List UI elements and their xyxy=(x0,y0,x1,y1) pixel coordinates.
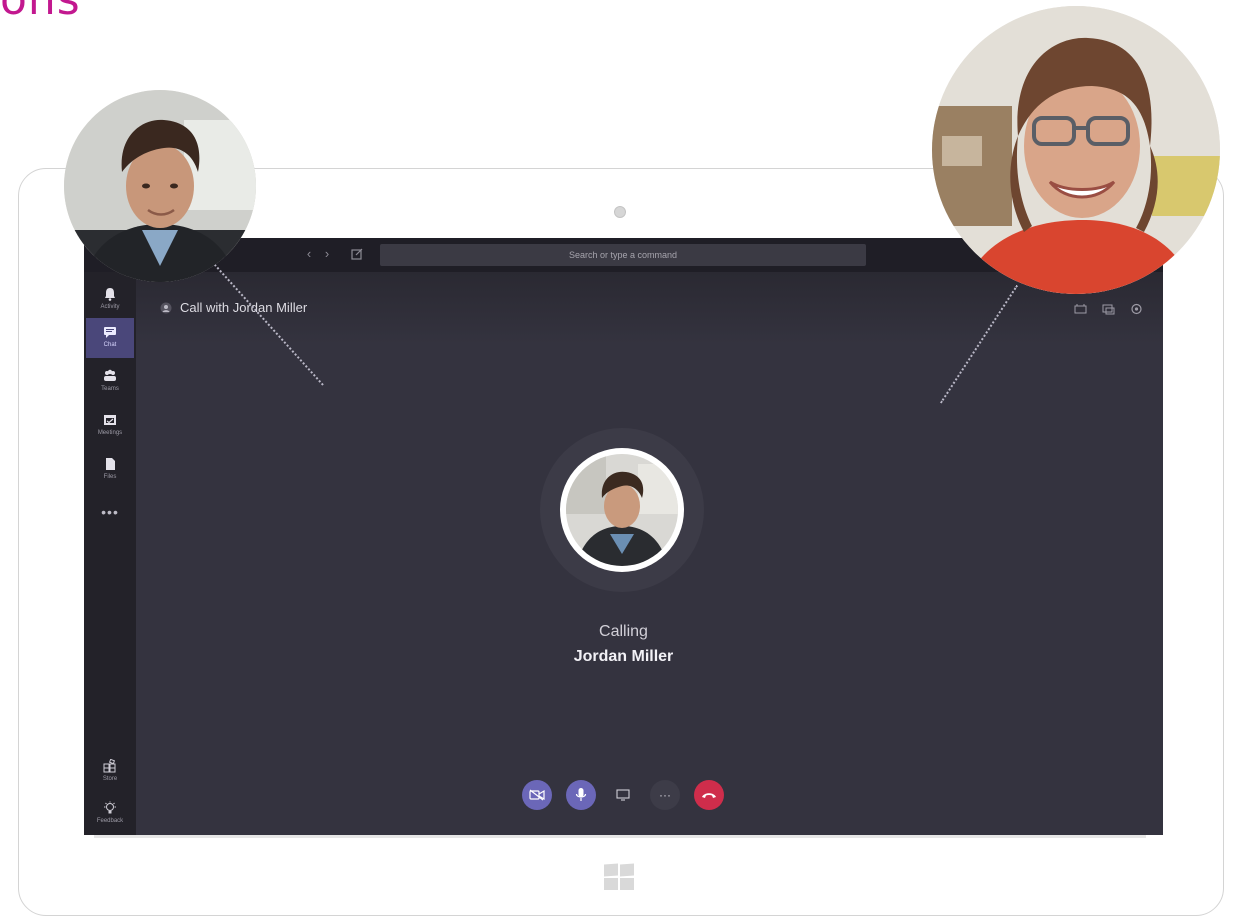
rail-label: Teams xyxy=(101,386,119,392)
chat-icon xyxy=(104,327,116,338)
bell-icon xyxy=(105,288,115,301)
woman-portrait-photo xyxy=(932,6,1220,294)
rail-more-button[interactable]: ••• xyxy=(84,504,136,520)
caller-portrait-right xyxy=(932,6,1220,294)
teams-window: ‹ › Search or type a command Activity Ch… xyxy=(84,238,1163,835)
call-status: Calling xyxy=(599,623,648,640)
compose-icon[interactable] xyxy=(350,247,364,261)
rail-item-chat[interactable]: Chat xyxy=(86,318,134,358)
popout-icon[interactable] xyxy=(1074,303,1087,315)
settings-icon[interactable] xyxy=(1130,303,1143,315)
video-off-icon xyxy=(529,789,545,801)
rail-item-teams[interactable]: Teams xyxy=(84,362,136,402)
mute-button[interactable] xyxy=(566,780,596,810)
lightbulb-icon xyxy=(104,801,116,814)
forward-arrow-icon[interactable]: › xyxy=(320,247,334,261)
rail-label: Activity xyxy=(100,304,120,310)
call-avatar-icon xyxy=(160,302,172,314)
app-rail: Activity Chat Teams Meetings Files ••• S… xyxy=(84,272,136,835)
rail-label: Meetings xyxy=(97,430,123,436)
rail-item-store[interactable]: Store xyxy=(84,752,136,792)
callee-name: Jordan Miller xyxy=(573,648,674,665)
man-portrait-photo xyxy=(64,90,256,282)
callee-avatar xyxy=(566,454,678,566)
hang-up-button[interactable] xyxy=(694,780,724,810)
rail-item-feedback[interactable]: Feedback xyxy=(84,794,136,834)
rail-item-activity[interactable]: Activity xyxy=(84,280,136,320)
teams-icon xyxy=(104,369,116,381)
microphone-icon xyxy=(575,788,587,801)
more-actions-button[interactable]: ··· xyxy=(650,780,680,810)
file-icon xyxy=(106,458,115,470)
rail-item-meetings[interactable]: Meetings xyxy=(84,406,136,446)
device-camera xyxy=(614,206,626,218)
rail-label: Chat xyxy=(103,342,117,348)
caller-portrait-left xyxy=(64,90,256,282)
rail-label: Files xyxy=(103,474,117,480)
rail-item-files[interactable]: Files xyxy=(84,450,136,490)
call-title: Call with Jordan Miller xyxy=(180,300,308,315)
share-screen-icon xyxy=(616,789,630,801)
rail-label: Store xyxy=(102,776,118,782)
share-screen-button[interactable] xyxy=(608,780,638,810)
search-input[interactable]: Search or type a command xyxy=(380,244,866,266)
video-toggle-button[interactable] xyxy=(522,780,552,810)
back-arrow-icon[interactable]: ‹ xyxy=(302,247,316,261)
rail-label: Feedback xyxy=(96,818,124,824)
chat-panel-icon[interactable] xyxy=(1102,303,1115,315)
hang-up-icon xyxy=(702,793,716,798)
windows-logo-icon xyxy=(604,863,634,890)
store-icon xyxy=(103,759,116,773)
calendar-icon xyxy=(104,415,116,425)
callee-photo xyxy=(566,454,678,566)
brand-text-fragment: ons xyxy=(0,0,81,22)
screen-edge xyxy=(94,835,1146,838)
